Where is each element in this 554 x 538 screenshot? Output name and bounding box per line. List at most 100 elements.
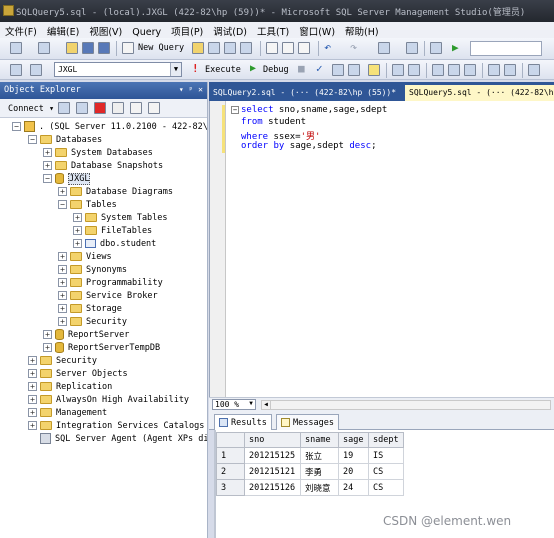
row-number[interactable]: 2	[216, 463, 245, 480]
table-cell[interactable]: CS	[368, 479, 404, 496]
tree-node-database-diagrams[interactable]: + Database Diagrams	[58, 186, 173, 199]
menu-tools[interactable]: 工具(T)	[252, 22, 294, 38]
cancel-query-icon[interactable]: ■	[298, 62, 310, 75]
save-all-icon[interactable]	[98, 42, 110, 54]
stop-icon[interactable]	[94, 102, 106, 114]
table-cell[interactable]: 201215121	[244, 463, 301, 480]
paste-icon[interactable]	[298, 42, 310, 54]
menu-query[interactable]: Query	[127, 25, 166, 38]
tree-node-synonyms[interactable]: + Synonyms	[58, 264, 127, 277]
display-plan-icon[interactable]	[332, 64, 344, 76]
tree-node-report-server[interactable]: + ReportServer	[43, 329, 129, 342]
db-engine-query-icon[interactable]	[192, 42, 204, 54]
table-cell[interactable]: IS	[368, 447, 404, 464]
tree-node-integration-services[interactable]: + Integration Services Catalogs	[28, 420, 204, 433]
mdx-query-icon[interactable]	[224, 42, 236, 54]
execute-icon[interactable]: !	[192, 62, 204, 75]
new-project-icon[interactable]	[10, 42, 22, 54]
menu-window[interactable]: 窗口(W)	[294, 22, 340, 38]
tree-node-storage[interactable]: + Storage	[58, 303, 122, 316]
zoom-dropdown[interactable]: 100 % ▼	[212, 399, 256, 410]
tree-node-server[interactable]: −. (SQL Server 11.0.2100 - 422-82\hp	[12, 121, 207, 134]
tree-node-file-tables[interactable]: + FileTables	[73, 225, 152, 238]
column-header[interactable]: sname	[300, 432, 339, 448]
debug-button[interactable]: Debug	[263, 65, 289, 75]
results-to-file-icon[interactable]	[464, 64, 476, 76]
database-dropdown[interactable]: JXGL ▼	[54, 62, 182, 77]
decrease-indent-icon[interactable]	[528, 64, 540, 76]
undo-icon[interactable]: ↶	[324, 40, 336, 54]
dmx-query-icon[interactable]	[240, 42, 252, 54]
table-cell[interactable]: 24	[338, 479, 369, 496]
row-number[interactable]: 3	[216, 479, 245, 496]
solution-config-dropdown[interactable]	[470, 41, 542, 56]
add-item-icon[interactable]	[38, 42, 50, 54]
tree-node-programmability[interactable]: + Programmability	[58, 277, 163, 290]
connect-icon[interactable]	[10, 64, 22, 76]
tree-node-dbo-student[interactable]: + dbo.student	[73, 238, 156, 251]
parse-icon[interactable]: ✓	[316, 62, 328, 75]
new-query-button[interactable]: New Query	[138, 43, 184, 53]
tree-node-db-security[interactable]: + Security	[58, 316, 127, 329]
tree-node-databases[interactable]: − Databases	[28, 134, 102, 147]
tab-messages[interactable]: Messages	[276, 414, 339, 430]
menu-help[interactable]: 帮助(H)	[340, 22, 384, 38]
tree-node-system-tables[interactable]: + System Tables	[73, 212, 168, 225]
pane-controls[interactable]: ▾ ᵖ ✕	[179, 85, 203, 94]
debug-icon[interactable]: ▶	[250, 63, 262, 75]
cut-icon[interactable]	[266, 42, 278, 54]
horizontal-scrollbar[interactable]: ◀	[261, 400, 551, 410]
navigate-backward-icon[interactable]	[378, 42, 390, 54]
table-cell[interactable]: 李勇	[300, 463, 339, 480]
uncomment-icon[interactable]	[504, 64, 516, 76]
menu-debug[interactable]: 调试(D)	[208, 22, 252, 38]
tree-node-service-broker[interactable]: + Service Broker	[58, 290, 158, 303]
row-number[interactable]: 1	[216, 447, 245, 464]
start-icon[interactable]: ▶	[452, 41, 464, 54]
tree-node-views[interactable]: + Views	[58, 251, 112, 264]
menu-view[interactable]: 视图(V)	[84, 22, 127, 38]
tree-node-system-databases[interactable]: + System Databases	[43, 147, 153, 160]
tree-node-sql-agent[interactable]: SQL Server Agent (Agent XPs dis	[40, 433, 207, 446]
tree-node-replication[interactable]: + Replication	[28, 381, 112, 394]
new-query-icon[interactable]	[122, 42, 134, 54]
column-header[interactable]: sage	[338, 432, 369, 448]
connect-object-icon[interactable]	[58, 102, 70, 114]
tree-node-server-objects[interactable]: + Server Objects	[28, 368, 128, 381]
client-stats-icon[interactable]	[408, 64, 420, 76]
menu-file[interactable]: 文件(F)	[0, 22, 42, 38]
table-cell[interactable]: 19	[338, 447, 369, 464]
change-connection-icon[interactable]	[30, 64, 42, 76]
open-file-icon[interactable]	[66, 42, 78, 54]
table-cell[interactable]: 张立	[300, 447, 339, 464]
solution-explorer-icon[interactable]	[406, 42, 418, 54]
tree-node-always-on[interactable]: + AlwaysOn High Availability	[28, 394, 189, 407]
copy-icon[interactable]	[282, 42, 294, 54]
menu-project[interactable]: 项目(P)	[166, 22, 208, 38]
tab-sqlquery2[interactable]: SQLQuery2.sql - (··· (422-82\hp (55))*	[209, 85, 404, 101]
activity-icon[interactable]	[148, 102, 160, 114]
intellisense-icon[interactable]	[368, 64, 380, 76]
connect-button[interactable]: Connect ▾	[8, 104, 54, 114]
tree-node-tables[interactable]: − Tables	[58, 199, 117, 212]
tree-node-jxgl[interactable]: − JXGL	[43, 173, 91, 186]
filter-icon[interactable]	[112, 102, 124, 114]
tree-node-report-server-temp[interactable]: + ReportServerTempDB	[43, 342, 160, 355]
sql-editor[interactable]: − select sno,sname,sage,sdept from stude…	[209, 101, 554, 397]
table-cell[interactable]: 20	[338, 463, 369, 480]
execute-button[interactable]: Execute	[205, 65, 241, 75]
refresh-icon[interactable]	[130, 102, 142, 114]
table-cell[interactable]: 201215126	[244, 479, 301, 496]
column-header[interactable]: sno	[244, 432, 301, 448]
include-plan-icon[interactable]	[392, 64, 404, 76]
table-cell[interactable]: 201215125	[244, 447, 301, 464]
collapse-icon[interactable]: −	[231, 106, 239, 114]
save-icon[interactable]	[82, 42, 94, 54]
tree-node-database-snapshots[interactable]: + Database Snapshots	[43, 160, 163, 173]
query-designer-icon[interactable]	[348, 64, 360, 76]
table-cell[interactable]: CS	[368, 463, 404, 480]
analysis-query-icon[interactable]	[208, 42, 220, 54]
column-header[interactable]: sdept	[368, 432, 404, 448]
scroll-left-icon[interactable]: ◀	[262, 401, 271, 409]
table-cell[interactable]: 刘晓意	[300, 479, 339, 496]
